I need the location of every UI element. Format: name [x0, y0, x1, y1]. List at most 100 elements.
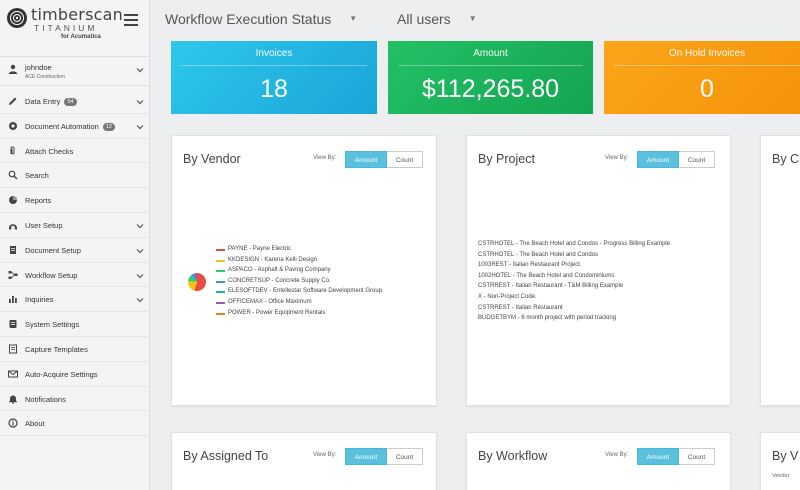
view-by-label: View By: — [605, 155, 629, 161]
legend-label: KKDESIGN - Karena Kelli Design — [228, 256, 318, 263]
card-subtitle: Vendor — [772, 473, 790, 479]
card-title: By Project — [478, 152, 535, 166]
users-dropdown[interactable]: All users ▼ — [397, 11, 477, 27]
legend-item[interactable]: 1003REST - Italian Restaurant Project — [478, 262, 670, 273]
sidebar-item-text: Attach Checks — [25, 146, 74, 156]
legend-item[interactable]: CSTRHOTEL - The Beach Hotel and Condos -… — [478, 241, 670, 252]
workflow-dropdown[interactable]: Workflow Execution Status ▼ — [165, 11, 357, 27]
view-by-count-button[interactable]: Count — [387, 448, 423, 465]
caret-down-icon: ▼ — [468, 14, 477, 23]
kpi-on-hold-value: 0 — [700, 75, 714, 103]
card-by-customer: By Cu — [760, 135, 800, 406]
sidebar-item-notifications[interactable]: Notifications — [0, 387, 150, 412]
user-setup-icon — [9, 224, 17, 230]
view-by-label: View By: — [313, 452, 337, 458]
legend-item[interactable]: X - Non-Project Code. — [478, 294, 670, 305]
legend-item[interactable]: 1002HOTEL - The Beach Hotel and Condomin… — [478, 273, 670, 284]
sidebar-item-label: Data Entry 54 — [25, 97, 77, 106]
view-by-amount-button[interactable]: Amount — [637, 448, 679, 465]
card-by-vendor-2: By V Vendor — [760, 432, 800, 490]
sidebar-item-about[interactable]: About — [0, 411, 150, 437]
bell-icon — [9, 395, 17, 404]
topbar: Workflow Execution Status ▼ All users ▼ — [150, 0, 800, 36]
card-by-project: By Project View By: Amount Count CSTRHOT… — [466, 135, 731, 406]
card-title: By V — [772, 449, 799, 463]
sidebar-item-label: Reports — [25, 196, 51, 205]
divider — [398, 65, 583, 66]
sidebar-item-text: Capture Templates — [25, 344, 88, 354]
workflow-dropdown-value: Workflow Execution Status — [165, 11, 332, 27]
sidebar-item-search[interactable]: Search — [0, 163, 150, 189]
chevron-down-icon — [136, 224, 144, 229]
kpi-amount[interactable]: Amount $112,265.80 — [388, 41, 593, 114]
card-title: By Workflow — [478, 449, 548, 463]
chevron-down-icon — [136, 298, 144, 303]
chevron-down-icon — [136, 273, 144, 278]
sidebar-item-auto-acquire-settings[interactable]: Auto-Acquire Settings — [0, 362, 150, 387]
app-window: timberscan TITANIUM for Acumatica johndo… — [0, 0, 800, 490]
user-menu[interactable]: johndoe ACE Construction — [0, 56, 150, 86]
chevron-down-icon — [136, 100, 144, 105]
kpi-amount-value: $112,265.80 — [421, 75, 560, 103]
envelope-icon — [8, 370, 18, 378]
main-content: Workflow Execution Status ▼ All users ▼ In… — [150, 0, 800, 490]
chevron-down-icon — [136, 68, 144, 73]
view-by-amount-button[interactable]: Amount — [637, 151, 679, 168]
search-icon — [8, 170, 18, 180]
card-by-workflow: By Workflow View By: Amount Count — [466, 432, 731, 490]
sidebar-item-label: Document Setup — [25, 246, 81, 255]
legend-item[interactable]: BUDGETBYM - 6 month project with period … — [478, 315, 670, 326]
reports-icon — [9, 196, 17, 205]
document-icon — [10, 245, 16, 254]
sidebar-item-data-entry[interactable]: Data Entry 54 — [0, 89, 150, 114]
view-by-amount-button[interactable]: Amount — [345, 448, 387, 465]
kpi-on-hold[interactable]: On Hold Invoices 0 — [604, 41, 800, 114]
sidebar-item-label: Workflow Setup — [25, 271, 77, 280]
sidebar-item-attach-checks[interactable]: Attach Checks — [0, 139, 150, 164]
workflow-icon — [8, 270, 18, 279]
hamburger-menu-icon[interactable] — [124, 14, 138, 26]
view-by-count-button[interactable]: Count — [679, 151, 715, 168]
bar-chart-icon — [9, 296, 17, 304]
kpi-invoices-label: Invoices — [255, 48, 293, 59]
sidebar-item-inquiries[interactable]: Inquiries — [0, 287, 150, 313]
sidebar-item-label: Document Automation 12 — [25, 122, 115, 131]
vendor-pie-chart[interactable] — [188, 273, 206, 291]
chevron-down-icon — [136, 248, 144, 254]
kpi-amount-label: Amount — [473, 48, 508, 59]
brand-sub: TITANIUM — [34, 23, 98, 33]
caret-down-icon: ▼ — [349, 14, 358, 23]
sidebar-item-label: System Settings — [25, 320, 79, 329]
sidebar-item-label: Auto-Acquire Settings — [25, 370, 98, 379]
kpi-invoices[interactable]: Invoices 18 — [171, 41, 377, 114]
sidebar-item-document-setup[interactable]: Document Setup — [0, 238, 150, 263]
sidebar-item-text: About — [25, 419, 45, 429]
brand-logo[interactable]: timberscan TITANIUM for Acumatica — [6, 5, 123, 44]
sidebar-item-document-automation[interactable]: Document Automation 12 — [0, 114, 150, 139]
card-title: By Cu — [772, 152, 800, 166]
legend-item[interactable]: CSTRREST - Italian Restaurant - T&M Bill… — [478, 283, 670, 294]
sidebar-item-system-settings[interactable]: System Settings — [0, 312, 150, 337]
legend-item[interactable]: CSTRREST - Italian Restaurant — [478, 305, 670, 316]
sidebar-item-capture-templates[interactable]: Capture Templates — [0, 337, 150, 362]
user-name: johndoe — [25, 63, 52, 72]
sidebar-item-user-setup[interactable]: User Setup — [0, 213, 150, 238]
divider — [181, 65, 367, 66]
sidebar-item-text: Notifications — [25, 394, 66, 404]
sidebar-item-text: Inquiries — [25, 295, 54, 305]
sidebar-item-workflow-setup[interactable]: Workflow Setup — [0, 263, 150, 288]
legend-item[interactable]: CSTRHOTEL - The Beach Hotel and Condos — [478, 252, 670, 263]
view-by-amount-button[interactable]: Amount — [345, 151, 387, 168]
legend-label: POWER - Power Equipment Rentals — [228, 309, 326, 316]
sidebar-nav: Data Entry 54 Document Automation 12 Attach … — [0, 89, 150, 437]
view-by-count-button[interactable]: Count — [679, 448, 715, 465]
divider — [614, 65, 800, 66]
sidebar-item-reports[interactable]: Reports — [0, 188, 150, 213]
card-by-assigned-to: By Assigned To View By: Amount Count — [171, 432, 437, 490]
settings-icon — [9, 320, 17, 329]
view-by-count-button[interactable]: Count — [387, 151, 423, 168]
sidebar-item-label: Capture Templates — [25, 345, 88, 354]
sidebar-item-label: Attach Checks — [25, 147, 73, 156]
legend-swatch — [216, 312, 225, 315]
users-dropdown-value: All users — [397, 11, 451, 27]
